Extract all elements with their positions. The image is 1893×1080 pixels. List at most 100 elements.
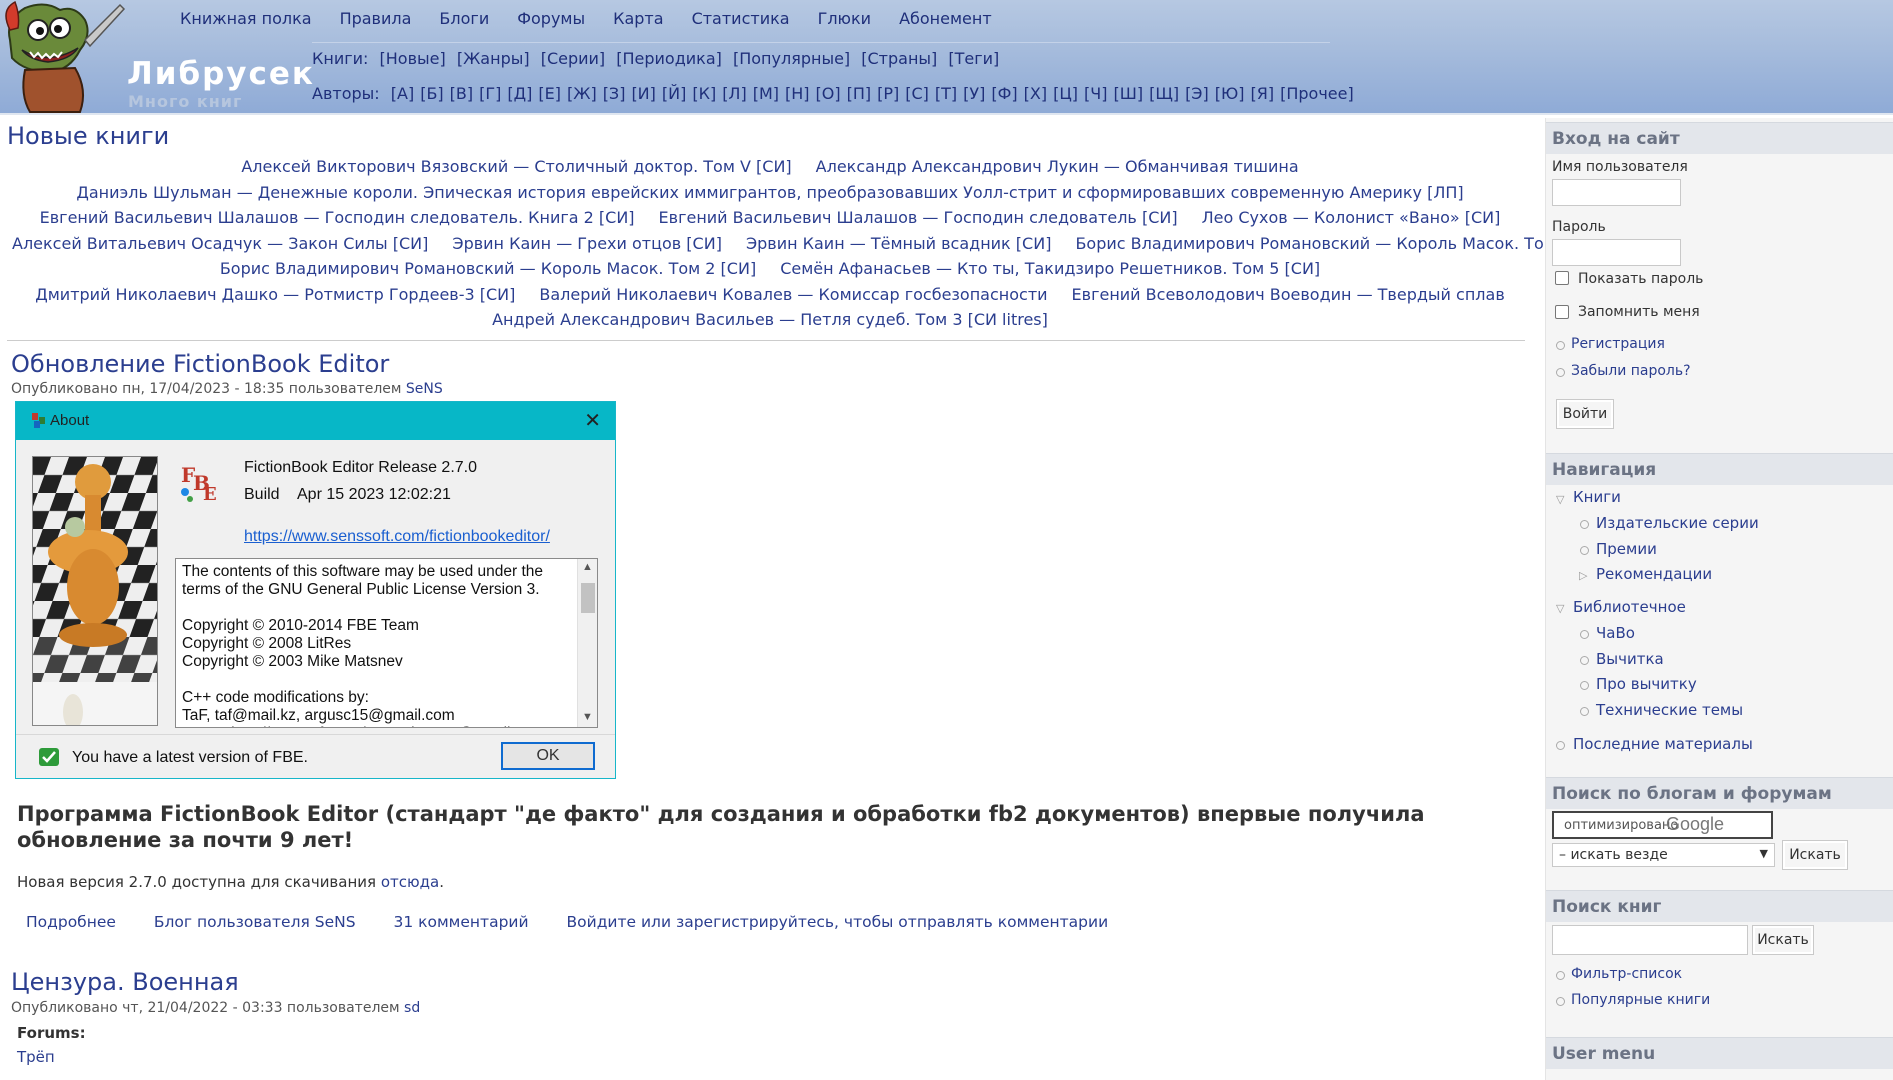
author-letter-link[interactable]: [Прочее] [1280, 84, 1354, 103]
login-to-comment-link[interactable]: Войдите или зарегистрируйтесь, чтобы отп… [567, 913, 1109, 931]
download-link[interactable]: отсюда [381, 873, 439, 891]
site-title[interactable]: Либрусек [127, 56, 315, 92]
new-book-link[interactable]: Евгений Васильевич Шалашов — Господин сл… [659, 208, 1178, 227]
nav-proofreading-link[interactable]: Вычитка [1596, 650, 1664, 668]
expanded-triangle-icon[interactable]: ▽ [1556, 602, 1564, 615]
books-link-genres[interactable]: [Жанры] [457, 49, 530, 68]
post-author-link[interactable]: sd [404, 1000, 420, 1016]
nav-bookshelf[interactable]: Книжная полка [180, 9, 312, 28]
author-letter-link[interactable]: [Й] [662, 84, 686, 103]
nav-books-link[interactable]: Книги [1573, 488, 1621, 506]
books-link-periodicals[interactable]: [Периодика] [616, 49, 722, 68]
new-book-link[interactable]: Борис Владимирович Романовский — Король … [1075, 234, 1611, 253]
popular-books-link[interactable]: Популярные книги [1571, 992, 1710, 1008]
comments-link[interactable]: 31 комментарий [393, 913, 528, 931]
new-book-link[interactable]: Дмитрий Николаевич Дашко — Ротмистр Горд… [35, 285, 515, 304]
author-letter-link[interactable]: [Ч] [1084, 84, 1107, 103]
author-letter-link[interactable]: [Щ] [1149, 84, 1179, 103]
nav-statistics[interactable]: Статистика [692, 9, 790, 28]
post-author-link[interactable]: SeNS [406, 381, 443, 397]
author-letter-link[interactable]: [Я] [1250, 84, 1274, 103]
read-more-link[interactable]: Подробнее [26, 913, 116, 931]
forum-link[interactable]: Трёп [17, 1048, 55, 1066]
books-link-tags[interactable]: [Теги] [948, 49, 999, 68]
books-link-popular[interactable]: [Популярные] [733, 49, 850, 68]
nav-forums[interactable]: Форумы [517, 9, 585, 28]
nav-bugs[interactable]: Глюки [818, 9, 872, 28]
new-book-link[interactable]: Борис Владимирович Романовский — Король … [220, 259, 756, 278]
author-letter-link[interactable]: [Е] [538, 84, 561, 103]
filter-list-link[interactable]: Фильтр-список [1571, 966, 1682, 982]
author-letter-link[interactable]: [Ж] [567, 84, 597, 103]
nav-library-link[interactable]: Библиотечное [1573, 598, 1686, 616]
login-button[interactable]: Войти [1556, 399, 1614, 429]
new-book-link[interactable]: Эрвин Каин — Грехи отцов [СИ] [452, 234, 722, 253]
book-search-button[interactable]: Искать [1752, 925, 1814, 955]
register-link[interactable]: Регистрация [1571, 336, 1665, 352]
search-scope-select[interactable]: – искать везде ▼ [1552, 843, 1775, 867]
license-scrollbar: ▲ ▼ [577, 559, 597, 727]
user-blog-link[interactable]: Блог пользователя SeNS [154, 913, 356, 931]
new-book-link[interactable]: Эрвин Каин — Тёмный всадник [СИ] [746, 234, 1052, 253]
new-book-link[interactable]: Евгений Всеволодович Воеводин — Твердый … [1072, 285, 1505, 304]
author-letter-link[interactable]: [Э] [1185, 84, 1209, 103]
book-search-input[interactable] [1552, 925, 1748, 955]
nav-recent-link[interactable]: Последние материалы [1573, 735, 1753, 753]
author-letter-link[interactable]: [У] [963, 84, 985, 103]
author-letter-link[interactable]: [П] [847, 84, 872, 103]
new-book-link[interactable]: Лео Сухов — Колонист «Вано» [СИ] [1202, 208, 1501, 227]
nav-about-proofreading-link[interactable]: Про вычитку [1596, 675, 1697, 693]
author-letter-link[interactable]: [Б] [420, 84, 443, 103]
remember-me-checkbox[interactable] [1555, 305, 1569, 319]
new-book-link[interactable]: Евгений Васильевич Шалашов — Господин сл… [40, 208, 635, 227]
nav-tech-topics-link[interactable]: Технические темы [1596, 701, 1743, 719]
author-letter-link[interactable]: [Ю] [1215, 84, 1245, 103]
new-book-link[interactable]: Семён Афанасьев — Кто ты, Такидзиро Реше… [780, 259, 1320, 278]
books-link-countries[interactable]: [Страны] [861, 49, 937, 68]
nav-rules[interactable]: Правила [340, 9, 412, 28]
nav-awards-link[interactable]: Премии [1596, 540, 1657, 558]
username-input[interactable] [1552, 179, 1681, 206]
author-letter-link[interactable]: [К] [692, 84, 716, 103]
author-letter-link[interactable]: [Ф] [991, 84, 1017, 103]
new-book-link[interactable]: Алексей Витальевич Осадчук — Закон Силы … [12, 234, 428, 253]
nav-publisher-series-link[interactable]: Издательские серии [1596, 514, 1759, 532]
show-password-checkbox[interactable] [1555, 271, 1569, 285]
nav-recommendations-link[interactable]: Рекомендации [1596, 565, 1712, 583]
nav-blogs[interactable]: Блоги [439, 9, 489, 28]
forgot-password-link[interactable]: Забыли пароль? [1571, 363, 1691, 379]
post-title[interactable]: Цензура. Военная [11, 968, 239, 996]
blog-search-button[interactable]: Искать [1782, 840, 1848, 870]
author-letter-link[interactable]: [Ц] [1053, 84, 1078, 103]
author-letter-link[interactable]: [Т] [935, 84, 957, 103]
author-letter-link[interactable]: [Д] [507, 84, 532, 103]
new-book-link[interactable]: Валерий Николаевич Ковалев — Комиссар го… [539, 285, 1047, 304]
nav-subscription[interactable]: Абонемент [899, 9, 992, 28]
author-letter-link[interactable]: [В] [450, 84, 473, 103]
author-letter-link[interactable]: [Р] [877, 84, 899, 103]
author-letter-link[interactable]: [Н] [785, 84, 810, 103]
books-link-series[interactable]: [Серии] [541, 49, 605, 68]
new-book-link[interactable]: Андрей Александрович Васильев — Петля су… [492, 310, 1048, 329]
author-letter-link[interactable]: [Х] [1024, 84, 1047, 103]
author-letter-link[interactable]: [Ш] [1113, 84, 1143, 103]
post-title[interactable]: Обновление FictionBook Editor [11, 350, 389, 378]
expanded-triangle-icon[interactable]: ▽ [1556, 493, 1564, 506]
new-book-link[interactable]: Александр Александрович Лукин — Обманчив… [816, 157, 1299, 176]
author-letter-link[interactable]: [М] [753, 84, 779, 103]
author-letter-link[interactable]: [З] [603, 84, 626, 103]
books-link-new[interactable]: [Новые] [380, 49, 446, 68]
author-letter-link[interactable]: [С] [905, 84, 929, 103]
author-letter-link[interactable]: [Л] [722, 84, 747, 103]
author-letter-link[interactable]: [А] [391, 84, 414, 103]
author-letter-link[interactable]: [И] [631, 84, 655, 103]
blog-search-input[interactable]: оптимизировано Google [1552, 811, 1773, 839]
author-letter-link[interactable]: [О] [816, 84, 841, 103]
nav-map[interactable]: Карта [613, 9, 663, 28]
new-book-link[interactable]: Алексей Викторович Вязовский — Столичный… [241, 157, 791, 176]
new-book-link[interactable]: Даниэль Шульман — Денежные короли. Эпиче… [76, 183, 1463, 202]
author-letter-link[interactable]: [Г] [479, 84, 501, 103]
password-input[interactable] [1552, 239, 1681, 266]
collapsed-triangle-icon[interactable]: ▷ [1579, 569, 1587, 582]
nav-faq-link[interactable]: ЧаВо [1596, 624, 1635, 642]
